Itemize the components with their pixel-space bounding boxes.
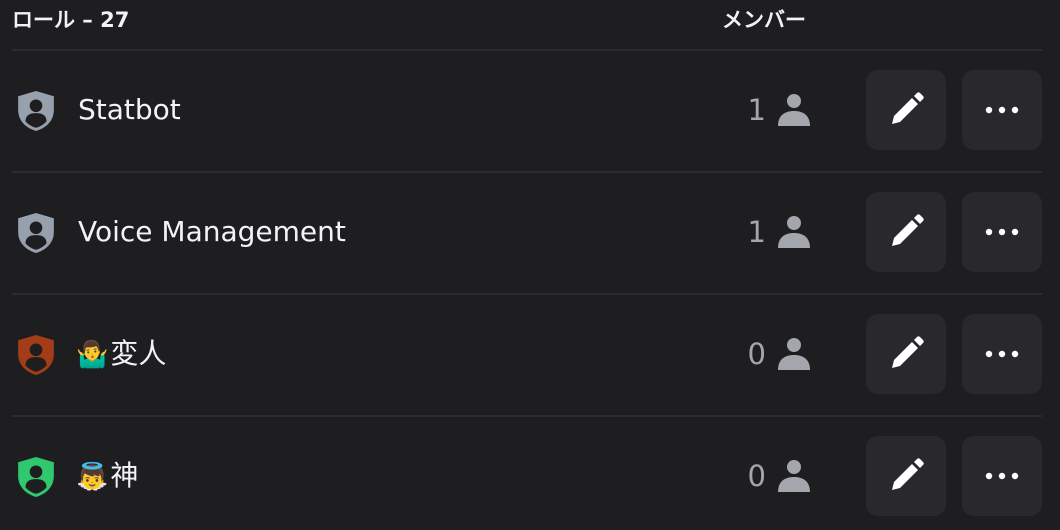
member-count: 0 <box>747 459 766 493</box>
shield-person-icon <box>18 213 54 253</box>
edit-role-button[interactable] <box>866 192 946 272</box>
role-name: 🤷‍♂️変人 <box>76 336 166 373</box>
person-icon <box>778 94 810 126</box>
person-icon <box>778 216 810 248</box>
more-options-button[interactable] <box>962 70 1042 150</box>
edit-role-button[interactable] <box>866 314 946 394</box>
role-name: Voice Management <box>76 214 346 251</box>
roles-list-panel: ロール – 27 メンバー Statbot 1 Voice Management… <box>0 0 1060 530</box>
members-column-header: メンバー <box>722 8 806 32</box>
role-row[interactable]: 👼神 0 <box>0 436 1060 530</box>
edit-role-button[interactable] <box>866 436 946 516</box>
person-icon <box>778 460 810 492</box>
member-count: 1 <box>747 93 766 127</box>
edit-role-button[interactable] <box>866 70 946 150</box>
person-icon <box>778 338 810 370</box>
pencil-icon <box>892 458 924 490</box>
role-emoji: 👼 <box>76 462 109 492</box>
member-count: 1 <box>747 215 766 249</box>
divider <box>12 171 1042 173</box>
shield-person-icon <box>18 457 54 497</box>
pencil-icon <box>892 336 924 368</box>
shield-person-icon <box>18 91 54 131</box>
more-dots-icon <box>985 472 1019 480</box>
divider <box>12 49 1042 51</box>
more-options-button[interactable] <box>962 192 1042 272</box>
more-options-button[interactable] <box>962 314 1042 394</box>
more-dots-icon <box>985 106 1019 114</box>
roles-table-header: ロール – 27 メンバー <box>0 0 1060 50</box>
role-name-text: Statbot <box>78 93 181 126</box>
divider <box>12 415 1042 417</box>
role-name-text: Voice Management <box>78 215 346 248</box>
divider <box>12 293 1042 295</box>
role-name: Statbot <box>76 92 181 129</box>
pencil-icon <box>892 214 924 246</box>
role-name: 👼神 <box>76 458 138 495</box>
shield-person-icon <box>18 335 54 375</box>
member-count: 0 <box>747 337 766 371</box>
role-emoji: 🤷‍♂️ <box>76 340 109 370</box>
more-dots-icon <box>985 350 1019 358</box>
more-options-button[interactable] <box>962 436 1042 516</box>
pencil-icon <box>892 92 924 124</box>
role-name-text: 神 <box>110 459 139 492</box>
roles-count-header: ロール – 27 <box>12 8 130 32</box>
role-name-text: 変人 <box>110 337 167 370</box>
more-dots-icon <box>985 228 1019 236</box>
